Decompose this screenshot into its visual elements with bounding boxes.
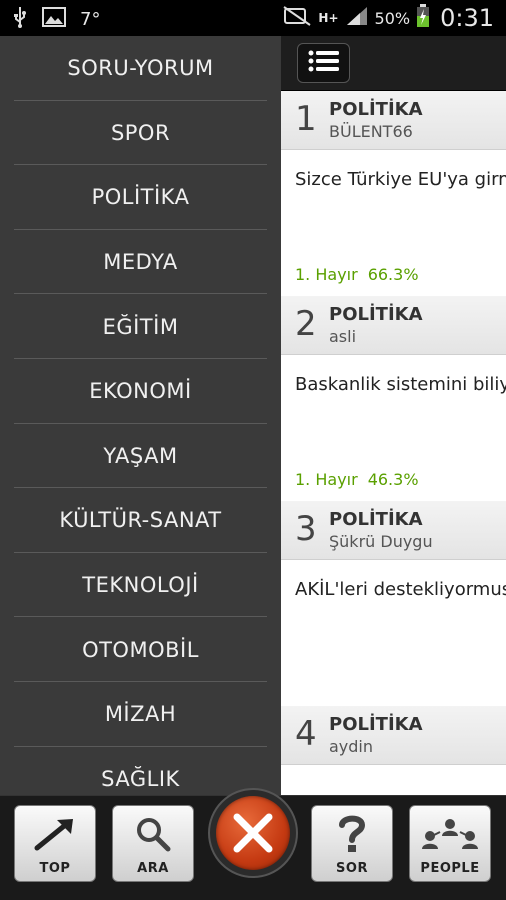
- question-list-panel: 1 POLİTİKA BÜLENT66 Sizce Türkiye EU'ya …: [281, 36, 506, 800]
- question-author: BÜLENT66: [329, 122, 413, 141]
- drawer-item-politika[interactable]: POLİTİKA: [0, 165, 281, 230]
- question-card-header: 4 POLİTİKA aydin: [281, 706, 506, 765]
- question-card-header: 3 POLİTİKA Şükrü Duygu: [281, 501, 506, 560]
- clock: 0:31: [440, 4, 494, 32]
- drawer-item-otomobil[interactable]: OTOMOBİL: [0, 617, 281, 682]
- question-author: asli: [329, 327, 357, 346]
- signal-icon: [345, 5, 369, 31]
- question-card-header: 2 POLİTİKA asli: [281, 296, 506, 355]
- question-category: POLİTİKA: [329, 714, 423, 735]
- question-result: 1. Hayır 66.3%: [295, 265, 419, 284]
- top-button-label: TOP: [39, 861, 71, 876]
- result-percent: 46.3%: [367, 470, 419, 489]
- question-author: aydin: [329, 737, 374, 756]
- ask-button[interactable]: SOR: [311, 805, 393, 882]
- mute-icon: [282, 5, 312, 31]
- question-card[interactable]: 3 POLİTİKA Şükrü Duygu AKİL'leri destekl…: [281, 501, 506, 706]
- drawer-item-teknoloji[interactable]: TEKNOLOJİ: [0, 553, 281, 618]
- question-rank: 2: [295, 304, 317, 344]
- search-button[interactable]: ARA: [112, 805, 194, 882]
- drawer-item-medya[interactable]: MEDYA: [0, 230, 281, 295]
- category-drawer: SORU-YORUM SPOR POLİTİKA MEDYA EĞİTİM EK…: [0, 36, 281, 800]
- top-button[interactable]: TOP: [14, 805, 96, 882]
- people-button-label: PEOPLE: [420, 861, 480, 876]
- result-percent: 66.3%: [367, 265, 419, 284]
- question-category: POLİTİKA: [329, 509, 423, 530]
- question-mark-icon: [337, 806, 367, 861]
- people-button[interactable]: PEOPLE: [409, 805, 491, 882]
- result-label: 1. Hayır: [295, 470, 358, 489]
- drawer-item-egitim[interactable]: EĞİTİM: [0, 294, 281, 359]
- battery-percent: 50%: [374, 8, 411, 28]
- status-left: 7°: [12, 6, 100, 32]
- drawer-item-ekonomi[interactable]: EKONOMİ: [0, 359, 281, 424]
- question-text: Baskanlik sistemini biliy: [295, 374, 506, 395]
- list-icon: [308, 50, 340, 76]
- usb-icon: [12, 6, 28, 32]
- main-header: [281, 36, 506, 91]
- question-rank: 1: [295, 99, 317, 139]
- search-button-label: ARA: [137, 861, 169, 876]
- question-rank: 3: [295, 509, 317, 549]
- close-button[interactable]: [208, 788, 298, 878]
- people-icon: [420, 806, 480, 861]
- question-rank: 4: [295, 714, 317, 754]
- drawer-item-kultur-sanat[interactable]: KÜLTÜR-SANAT: [0, 488, 281, 553]
- result-label: 1. Hayır: [295, 265, 358, 284]
- question-text: Sizce Türkiye EU'ya girm: [295, 169, 506, 190]
- question-result: 1. Hayır 46.3%: [295, 470, 419, 489]
- bottom-action-bar: TOP ARA SOR PEOPLE: [0, 788, 506, 900]
- battery-icon: [416, 4, 430, 32]
- trending-arrow-icon: [33, 806, 77, 861]
- temperature: 7°: [80, 8, 101, 30]
- status-right: H+ 50% 0:31: [282, 4, 494, 32]
- search-icon: [135, 806, 171, 861]
- question-text: AKİL'leri destekliyormus: [295, 579, 506, 600]
- drawer-item-mizah[interactable]: MİZAH: [0, 682, 281, 747]
- drawer-item-spor[interactable]: SPOR: [0, 101, 281, 166]
- question-author: Şükrü Duygu: [329, 532, 433, 551]
- question-category: POLİTİKA: [329, 99, 423, 120]
- drawer-item-soru-yorum[interactable]: SORU-YORUM: [0, 36, 281, 101]
- question-card[interactable]: 1 POLİTİKA BÜLENT66 Sizce Türkiye EU'ya …: [281, 91, 506, 296]
- drawer-item-yasam[interactable]: YAŞAM: [0, 424, 281, 489]
- ask-button-label: SOR: [336, 861, 368, 876]
- status-bar: 7° H+ 50% 0:31: [0, 0, 506, 36]
- gallery-icon: [42, 7, 66, 31]
- close-icon: [216, 796, 290, 870]
- question-card-header: 1 POLİTİKA BÜLENT66: [281, 91, 506, 150]
- question-card[interactable]: 4 POLİTİKA aydin: [281, 706, 506, 800]
- network-type: H+: [318, 11, 339, 25]
- menu-toggle-button[interactable]: [297, 43, 350, 83]
- question-category: POLİTİKA: [329, 304, 423, 325]
- question-card[interactable]: 2 POLİTİKA asli Baskanlik sistemini bili…: [281, 296, 506, 501]
